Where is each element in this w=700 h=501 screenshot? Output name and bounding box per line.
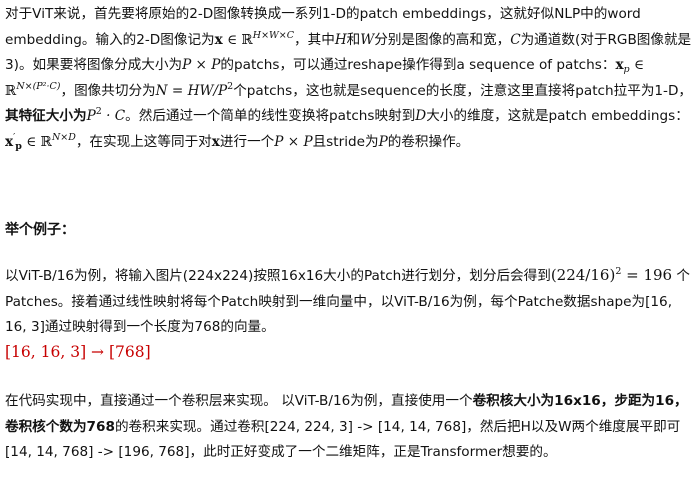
math-nd-superscript: N×D xyxy=(51,131,76,143)
intro-text-7: ，图像共切分为 xyxy=(60,82,156,99)
math-x-2: x xyxy=(211,133,220,150)
intro-text-8: 个patchs，这也就是sequence的长度，注意这里直接将patch拉平为1… xyxy=(233,82,693,99)
math-C: C xyxy=(510,31,521,48)
math-P: P xyxy=(86,108,96,125)
math-equals-196: = 196 xyxy=(621,266,673,284)
math-patch-count: (224/16) xyxy=(550,266,616,284)
intro-text-6: 的patchs，可以通过reshape操作得到a sequence of pat… xyxy=(220,57,616,74)
intro-text-3: 和 xyxy=(346,31,361,48)
math-hwc-superscript: H×W×C xyxy=(252,29,295,41)
math-in-reals: ∈ ℝ xyxy=(222,31,253,48)
math-np2c-superscript: N×(P²·C) xyxy=(16,80,61,92)
intro-text-13: 进行一个 xyxy=(219,133,275,150)
example-heading: 举个例子： xyxy=(5,222,75,238)
intro-text-4: 分别是图像的高和宽， xyxy=(374,31,511,48)
example-text-1: 以ViT-B/16为例，将输入图片(224x224)按照16x16大小的Patc… xyxy=(5,268,551,284)
intro-paragraph: 对于ViT来说，首先要将原始的2-D图像转换成一系列1-D的patch embe… xyxy=(5,2,695,156)
intro-text-15: 的卷积操作。 xyxy=(387,133,470,150)
example-paragraph: 以ViT-B/16为例，将输入图片(224x224)按照16x16大小的Patc… xyxy=(5,263,695,341)
intro-text-2: ，其中 xyxy=(294,31,335,48)
math-x: x xyxy=(214,31,223,48)
impl-text-1: 在代码实现中，直接通过一个卷积层来实现。 以ViT-B/16为例，直接使用一个 xyxy=(5,393,473,409)
math-P-stride: P xyxy=(378,133,388,150)
math-xp-prime: x xyxy=(5,133,14,150)
math-dot-C: · C xyxy=(101,108,126,125)
math-PxP-2: P × P xyxy=(274,133,313,150)
intro-text-10: 。然后通过一个简单的线性变换将patchs映射到 xyxy=(125,108,416,125)
intro-text-14: 且stride为 xyxy=(312,133,379,150)
shape-formula: [16, 16, 3] → [768] xyxy=(5,343,151,361)
math-H: H xyxy=(334,31,347,48)
document-page: 对于ViT来说，首先要将原始的2-D图像转换成一系列1-D的patch embe… xyxy=(0,0,700,501)
math-N-equation: N = HW/P xyxy=(155,82,228,99)
intro-text-12: ，在实现上这等同于对 xyxy=(75,133,212,150)
intro-bold-feature-size: 其特征大小为 xyxy=(5,108,87,125)
math-W: W xyxy=(360,31,375,48)
math-in-reals-3: ∈ ℝ xyxy=(21,133,52,150)
math-p-subscript-2: p xyxy=(15,140,22,152)
math-PxP: P × P xyxy=(182,57,221,74)
intro-text-11: 大小的维度，这就是patch embeddings： xyxy=(426,108,689,125)
math-xp: x xyxy=(615,57,624,74)
implementation-paragraph: 在代码实现中，直接通过一个卷积层来实现。 以ViT-B/16为例，直接使用一个卷… xyxy=(5,389,695,466)
math-D: D xyxy=(415,108,427,125)
